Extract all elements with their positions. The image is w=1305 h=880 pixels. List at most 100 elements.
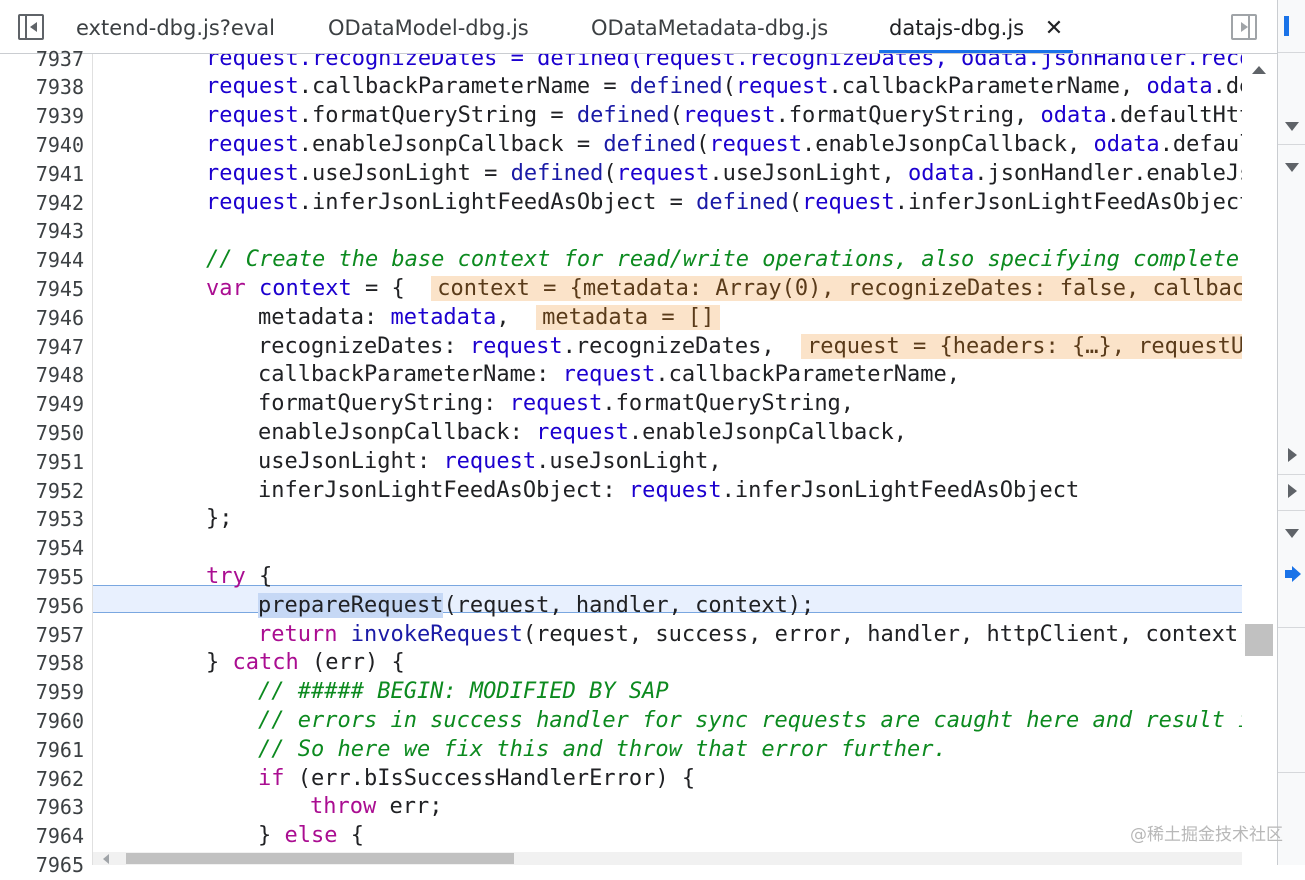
code-text: ( xyxy=(696,131,710,157)
line-number[interactable]: 7945 xyxy=(0,275,84,304)
code-text: .callbackParameterName, xyxy=(828,74,1147,100)
line-number-gutter[interactable]: 7937 7938 7939 7940 7941 7942 7943 7944 7945 7946… xyxy=(0,47,93,877)
code-line[interactable]: // So here we fix this and throw that er… xyxy=(258,736,947,765)
debugger-sidebar-strip xyxy=(1277,0,1305,865)
code-text: (request, success, error, handler, httpC… xyxy=(522,621,1242,647)
code-identifier: request xyxy=(206,160,299,186)
code-line[interactable]: enableJsonpCallback: request.enableJsonp… xyxy=(258,419,907,448)
tab-odatamodel-dbg[interactable]: ODataModel-dbg.js xyxy=(328,0,529,53)
watermark-text: @稀土掘金技术社区 xyxy=(1130,825,1283,845)
line-number[interactable]: 7963 xyxy=(0,793,84,822)
line-number[interactable]: 7955 xyxy=(0,563,84,592)
code-line[interactable]: request.enableJsonpCallback = defined(re… xyxy=(206,131,1242,160)
code-line[interactable]: try { xyxy=(206,563,272,592)
code-line[interactable]: recognizeDates: request.recognizeDates, … xyxy=(258,333,1242,362)
horizontal-scrollbar[interactable] xyxy=(93,852,1242,865)
line-number[interactable]: 7956 xyxy=(0,592,84,621)
code-line[interactable]: request.callbackParameterName = defined(… xyxy=(206,73,1242,102)
code-identifier: request xyxy=(469,333,563,359)
code-text: request.recognizeDates = defined(request… xyxy=(206,54,1242,71)
code-text: .useJsonLight = xyxy=(298,160,511,186)
tab-extend-dbg[interactable]: extend-dbg.js?eval xyxy=(76,0,275,53)
line-number[interactable]: 7937 xyxy=(0,45,84,74)
code-line[interactable]: var context = { context = {metadata: Arr… xyxy=(206,275,1242,304)
code-line[interactable]: return invokeRequest(request, success, e… xyxy=(258,621,1242,650)
show-debugger-icon[interactable] xyxy=(1231,14,1257,40)
code-line[interactable]: // errors in success handler for sync re… xyxy=(258,707,1242,736)
line-number[interactable]: 7950 xyxy=(0,419,84,448)
code-line[interactable]: useJsonLight: request.useJsonLight, xyxy=(258,448,722,477)
expand-section-icon[interactable] xyxy=(1285,163,1299,172)
line-number[interactable]: 7957 xyxy=(0,621,84,650)
code-line[interactable]: } catch (err) { xyxy=(206,649,405,678)
code-identifier: request xyxy=(206,103,299,129)
code-text: .recognizeDates, xyxy=(562,333,775,359)
code-line[interactable]: request.useJsonLight = defined(request.u… xyxy=(206,160,1242,189)
vertical-scrollbar[interactable] xyxy=(1242,54,1277,852)
line-number[interactable]: 7944 xyxy=(0,246,84,275)
line-number[interactable]: 7949 xyxy=(0,390,84,419)
code-line[interactable]: }; xyxy=(206,505,233,534)
code-identifier: odata xyxy=(1093,131,1160,157)
code-line[interactable]: throw err; xyxy=(310,793,442,822)
code-function-call: invokeRequest xyxy=(337,621,523,647)
line-number[interactable]: 7960 xyxy=(0,707,84,736)
code-editor[interactable]: request.recognizeDates = defined(request… xyxy=(93,54,1242,852)
scroll-up-arrow-icon[interactable] xyxy=(1252,66,1266,74)
line-number[interactable]: 7965 xyxy=(0,851,84,880)
line-number[interactable]: 7938 xyxy=(0,73,84,102)
line-number[interactable]: 7962 xyxy=(0,765,84,794)
line-number[interactable]: 7943 xyxy=(0,217,84,246)
line-number[interactable]: 7954 xyxy=(0,534,84,563)
collapse-section-icon[interactable] xyxy=(1288,448,1297,462)
close-icon[interactable]: ✕ xyxy=(1045,16,1063,41)
line-number[interactable]: 7948 xyxy=(0,361,84,390)
expand-section-icon[interactable] xyxy=(1285,529,1299,538)
code-line[interactable]: formatQueryString: request.formatQuerySt… xyxy=(258,390,854,419)
line-number[interactable]: 7942 xyxy=(0,189,84,218)
line-number[interactable]: 7947 xyxy=(0,333,84,362)
line-number[interactable]: 7958 xyxy=(0,649,84,678)
line-number[interactable]: 7952 xyxy=(0,477,84,506)
code-line[interactable]: callbackParameterName: request.callbackP… xyxy=(258,361,960,390)
line-number[interactable]: 7940 xyxy=(0,131,84,160)
tab-datajs-dbg[interactable]: datajs-dbg.js ✕ xyxy=(879,0,1074,53)
vertical-scroll-thumb[interactable] xyxy=(1245,624,1273,656)
horizontal-scroll-thumb[interactable] xyxy=(126,853,514,864)
code-line[interactable]: request.recognizeDates = defined(request… xyxy=(206,54,1242,73)
code-line[interactable]: prepareRequest(request, handler, context… xyxy=(258,592,814,621)
tab-label: ODataModel-dbg.js xyxy=(328,16,529,40)
collapse-section-icon[interactable] xyxy=(1288,484,1297,498)
code-line[interactable]: // ##### BEGIN: MODIFIED BY SAP xyxy=(258,678,669,707)
show-navigator-icon[interactable] xyxy=(18,14,44,40)
code-line[interactable]: inferJsonLightFeedAsObject: request.infe… xyxy=(258,477,1079,506)
line-number[interactable]: 7961 xyxy=(0,736,84,765)
code-text: , xyxy=(496,304,510,330)
code-property: inferJsonLightFeedAsObject: xyxy=(258,477,629,503)
scroll-left-arrow-icon[interactable] xyxy=(103,854,109,864)
code-keyword: if xyxy=(258,765,285,791)
code-keyword: var xyxy=(206,275,246,301)
line-number[interactable]: 7939 xyxy=(0,102,84,131)
code-text: ( xyxy=(788,189,803,215)
code-text: (request, handler, context); xyxy=(443,592,815,618)
code-line[interactable]: if (err.bIsSuccessHandlerError) { xyxy=(258,765,695,794)
line-number[interactable]: 7951 xyxy=(0,448,84,477)
code-identifier: metadata xyxy=(390,304,497,330)
line-number[interactable]: 7941 xyxy=(0,160,84,189)
code-line[interactable]: } else { xyxy=(258,822,364,851)
code-text: .enableJsonpCallback, xyxy=(628,419,908,445)
code-comment: // ##### BEGIN: MODIFIED BY SAP xyxy=(258,679,669,705)
code-line[interactable]: metadata: metadata, metadata = [] xyxy=(258,304,721,333)
expand-section-icon[interactable] xyxy=(1285,122,1299,131)
code-line[interactable]: request.formatQueryString = defined(requ… xyxy=(206,102,1242,131)
line-number[interactable]: 7946 xyxy=(0,304,84,333)
code-line[interactable]: request.inferJsonLightFeedAsObject = def… xyxy=(206,189,1242,218)
code-line[interactable]: // Create the base context for read/writ… xyxy=(206,246,1242,275)
line-number[interactable]: 7959 xyxy=(0,678,84,707)
line-number[interactable]: 7964 xyxy=(0,822,84,851)
code-comment: // Create the base context for read/writ… xyxy=(206,247,1242,273)
code-property: formatQueryString: xyxy=(258,391,510,417)
tab-odatametadata-dbg[interactable]: ODataMetadata-dbg.js xyxy=(591,0,828,53)
line-number[interactable]: 7953 xyxy=(0,505,84,534)
